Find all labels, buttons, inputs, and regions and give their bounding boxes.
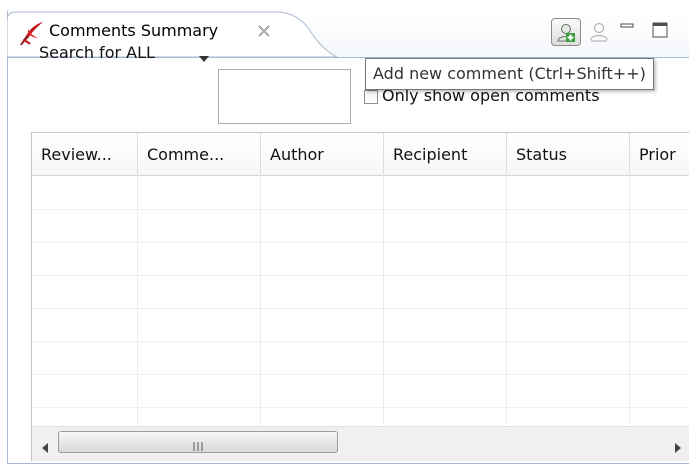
column-divider [629, 175, 630, 425]
maximize-icon [652, 22, 668, 38]
minimize-view-button[interactable] [617, 19, 639, 41]
table-row[interactable] [32, 374, 689, 408]
add-comment-icon [557, 24, 575, 42]
table-row[interactable] [32, 308, 689, 342]
column-divider [137, 175, 138, 425]
column-header-author[interactable]: Author [261, 133, 384, 175]
column-divider [260, 175, 261, 425]
column-divider [506, 175, 507, 425]
scroll-right-arrow-icon[interactable] [673, 439, 683, 453]
table-row[interactable] [32, 242, 689, 276]
column-header-priority[interactable]: Prior [630, 133, 689, 175]
close-icon[interactable] [255, 22, 273, 40]
column-header-recipient[interactable]: Recipient [384, 133, 507, 175]
search-input[interactable] [218, 69, 351, 124]
scroll-left-arrow-icon[interactable] [40, 439, 50, 453]
column-divider [383, 175, 384, 425]
minimize-icon [620, 23, 634, 28]
table-row[interactable] [32, 341, 689, 375]
remove-comment-button[interactable] [584, 18, 614, 46]
tab-title: Comments Summary [49, 21, 219, 40]
remove-comment-icon [590, 22, 608, 42]
column-header-status[interactable]: Status [507, 133, 630, 175]
add-comment-tooltip: Add new comment (Ctrl+Shift++) [365, 58, 654, 90]
table-row[interactable] [32, 176, 689, 210]
table-row[interactable] [32, 275, 689, 309]
column-header-review[interactable]: Review... [32, 133, 138, 175]
scrollbar-thumb[interactable] [58, 431, 338, 453]
dropdown-arrow-icon[interactable] [198, 49, 210, 62]
horizontal-scrollbar[interactable] [32, 426, 689, 461]
grip-icon [192, 437, 204, 451]
only-open-comments-checkbox[interactable] [364, 90, 378, 104]
column-header-comment[interactable]: Comme... [138, 133, 261, 175]
search-filter-label[interactable]: Search for ALL [39, 43, 155, 62]
table-header: Review... Comme... Author Recipient Stat… [32, 133, 689, 176]
comments-table: Review... Comme... Author Recipient Stat… [31, 132, 689, 461]
add-comment-button[interactable] [551, 18, 581, 46]
table-row[interactable] [32, 209, 689, 243]
maximize-view-button[interactable] [649, 19, 673, 41]
